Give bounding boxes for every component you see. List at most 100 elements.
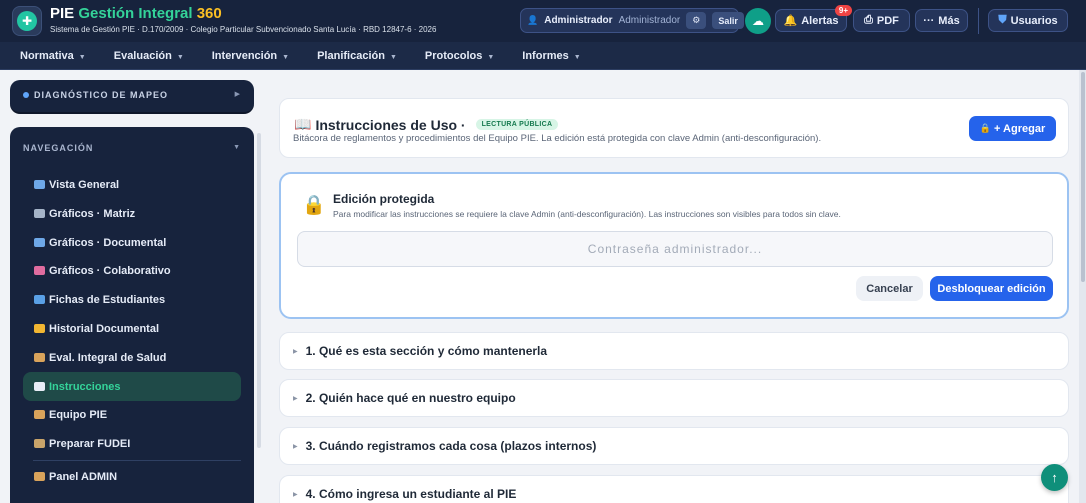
caret-right-icon: ▶: [293, 491, 298, 498]
caret-right-icon: ▶: [234, 91, 240, 98]
app-logo[interactable]: ✚: [12, 6, 42, 36]
page-scrollbar-thumb[interactable]: [1081, 72, 1085, 282]
nav-informes[interactable]: Informes ▼: [522, 50, 580, 62]
nav-normativa[interactable]: Normativa ▼: [20, 50, 86, 62]
accordion-section-3[interactable]: ▶ 3. Cuándo registramos cada cosa (plazo…: [279, 427, 1069, 465]
caret-down-icon[interactable]: ▼: [233, 144, 240, 151]
cloud-sync-button[interactable]: ☁: [745, 8, 771, 34]
sidebar-item-label: Gráficos · Matriz: [49, 207, 136, 220]
padlock-icon: 🔒: [302, 195, 326, 216]
cancel-button[interactable]: Cancelar: [856, 276, 923, 301]
sidebar-scrollbar[interactable]: [257, 133, 261, 448]
alerts-label: Alertas: [801, 14, 839, 27]
user-pill: 👤 Administrador Administrador ⚙ Salir: [520, 8, 744, 33]
cloud-icon: ☁: [752, 14, 764, 28]
sidebar-heading: NAVEGACIÓN: [23, 143, 94, 153]
sidebar-item-8[interactable]: Equipo PIE: [23, 400, 241, 429]
user-settings-button[interactable]: ⚙: [686, 12, 707, 29]
brand-gestion: Gestión Integral: [78, 5, 193, 22]
main-nav: Normativa ▼ Evaluación ▼ Intervención ▼ Pla…: [0, 42, 1086, 70]
accordion-section-1[interactable]: ▶ 1. Qué es esta sección y cómo mantener…: [279, 332, 1069, 370]
scroll-to-top-button[interactable]: ↑: [1041, 464, 1068, 491]
sidebar-item-admin[interactable]: Panel ADMIN: [23, 462, 241, 491]
sidebar-item-9[interactable]: Preparar FUDEI: [23, 429, 241, 458]
add-button[interactable]: 🔒 + Agregar: [969, 116, 1056, 141]
nav-label: Normativa: [20, 49, 74, 62]
page-title-row: 📖 Instrucciones de Uso · LECTURA PÚBLICA: [294, 116, 559, 133]
person-icon: [34, 353, 45, 362]
more-button[interactable]: ··· Más: [915, 9, 968, 32]
sidebar-divider: [33, 460, 241, 461]
book-icon: [34, 382, 45, 391]
caret-down-icon: ▼: [487, 53, 495, 61]
nav-label: Intervención: [211, 49, 278, 62]
sidebar-item-4[interactable]: Fichas de Estudiantes: [23, 285, 241, 314]
pdf-button[interactable]: ⎙ PDF: [853, 9, 910, 32]
public-read-badge: LECTURA PÚBLICA: [475, 119, 559, 130]
chart-line-icon: [34, 209, 45, 218]
caret-down-icon: ▼: [176, 53, 184, 61]
nav-label: Informes: [522, 49, 569, 62]
caret-right-icon: ▶: [293, 348, 298, 355]
accordion-section-2[interactable]: ▶ 2. Quién hace qué en nuestro equipo: [279, 379, 1069, 417]
sidebar-item-5[interactable]: Historial Documental: [23, 314, 241, 343]
sidebar-item-0[interactable]: Vista General: [23, 170, 241, 199]
top-header: ✚ PIE Gestión Integral 360 Sistema de Ge…: [0, 0, 1086, 42]
lock-subtitle: Para modificar las instrucciones se requ…: [333, 209, 841, 219]
lock-icon: [34, 472, 45, 481]
diagnostic-mapping-toggle[interactable]: DIAGNÓSTICO DE MAPEO ▶: [10, 80, 254, 114]
id-card-icon: [34, 295, 45, 304]
nav-planificacion[interactable]: Planificación ▼: [317, 50, 397, 62]
caret-down-icon: ▼: [389, 53, 397, 61]
caret-down-icon: ▼: [282, 53, 290, 61]
sidebar-item-label: Vista General: [49, 178, 120, 191]
brand: PIE Gestión Integral 360 Sistema de Gest…: [50, 5, 436, 35]
nav-protocolos[interactable]: Protocolos ▼: [425, 50, 494, 62]
sidebar-item-label: Historial Documental: [49, 322, 160, 335]
bell-icon: 🔔: [783, 15, 798, 27]
diagnostic-label: DIAGNÓSTICO DE MAPEO: [23, 90, 168, 100]
printer-icon: ⎙: [864, 14, 873, 26]
pdf-label: PDF: [876, 14, 899, 27]
nav-intervencion[interactable]: Intervención ▼: [212, 50, 289, 62]
sidebar-item-label: Gráficos · Colaborativo: [49, 264, 171, 277]
shield-icon: ⛊: [998, 14, 1007, 26]
nav-evaluacion[interactable]: Evaluación ▼: [114, 50, 184, 62]
sidebar-item-label: Panel ADMIN: [49, 470, 118, 483]
users-label: Usuarios: [1010, 14, 1058, 27]
folder-icon: [34, 324, 45, 333]
logout-button[interactable]: Salir: [712, 12, 744, 29]
caret-right-icon: ▶: [293, 395, 298, 402]
ellipsis-icon: ···: [923, 14, 935, 27]
sidebar-item-label: Instrucciones: [49, 380, 121, 393]
sidebar-item-7[interactable]: Instrucciones: [23, 372, 241, 401]
accordion-title: 1. Qué es esta sección y cómo mantenerla: [305, 344, 548, 358]
accordion-section-4[interactable]: ▶ 4. Cómo ingresa un estudiante al PIE: [279, 475, 1069, 503]
page-subtitle: Bitácora de reglamentos y procedimientos…: [293, 133, 822, 144]
unlock-edit-button[interactable]: Desbloquear edición: [930, 276, 1053, 301]
diagnostic-text: DIAGNÓSTICO DE MAPEO: [34, 90, 169, 100]
sidebar-item-3[interactable]: Gráficos · Colaborativo: [23, 256, 241, 285]
sidebar-item-6[interactable]: Eval. Integral de Salud: [23, 343, 241, 372]
gear-icon: ⚙: [692, 15, 701, 25]
header-divider: [978, 8, 979, 34]
user-name: Administrador: [544, 15, 613, 26]
add-label: + Agregar: [993, 122, 1046, 135]
protected-edit-card: 🔒 Edición protegida Para modificar las i…: [279, 172, 1069, 319]
chart-down-icon: [34, 266, 45, 275]
sidebar-navigation: NAVEGACIÓN ▼ Vista General Gráficos · Mat…: [10, 127, 254, 503]
nav-label: Evaluación: [113, 49, 172, 62]
user-icon: 👤: [527, 15, 539, 25]
sidebar-item-1[interactable]: Gráficos · Matriz: [23, 199, 241, 228]
book-icon: 📖: [294, 116, 312, 132]
nav-label: Protocolos: [424, 49, 483, 62]
sidebar-item-2[interactable]: Gráficos · Documental: [23, 228, 241, 257]
brand-pie: PIE: [50, 5, 75, 22]
users-button[interactable]: ⛊ Usuarios: [988, 9, 1068, 32]
brand-360: 360: [196, 5, 222, 22]
arrow-up-icon: ↑: [1051, 470, 1058, 485]
accordion-title: 3. Cuándo registramos cada cosa (plazos …: [305, 439, 597, 453]
admin-password-input[interactable]: [297, 231, 1053, 267]
alerts-button[interactable]: 🔔 Alertas 9+: [775, 5, 852, 32]
lock-title: Edición protegida: [333, 192, 435, 206]
